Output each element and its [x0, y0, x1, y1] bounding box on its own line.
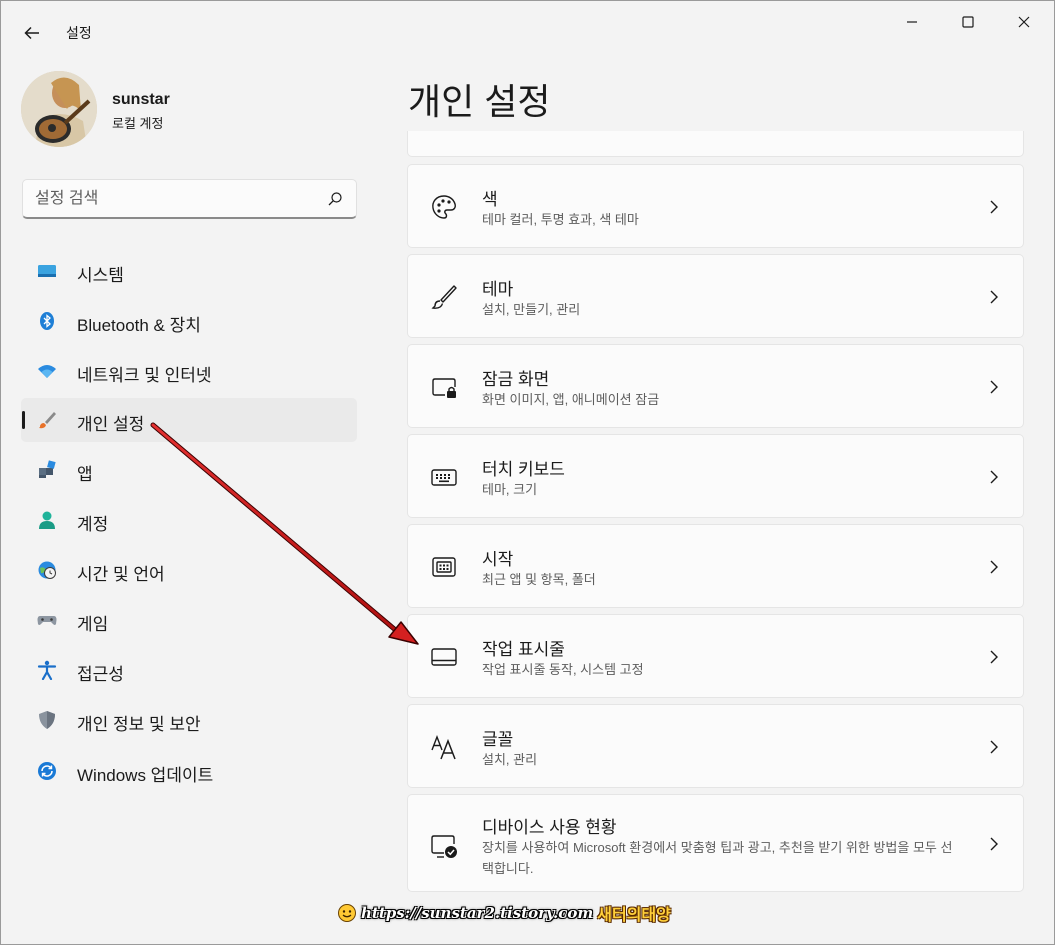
account-type: 로컬 계정 [112, 116, 164, 131]
accessibility-icon [37, 660, 57, 680]
settings-card-touch-keyboard[interactable]: 터치 키보드 테마, 크기 [407, 434, 1024, 518]
user-name: sunstar [112, 91, 170, 108]
settings-card-themes[interactable]: 테마 설치, 만들기, 관리 [407, 254, 1024, 338]
card-title: 디바이스 사용 현황 [482, 818, 617, 837]
nav-item-bluetooth[interactable]: Bluetooth & 장치 [21, 299, 357, 343]
nav-item-gaming[interactable]: 게임 [21, 598, 357, 642]
minimize-icon [907, 21, 917, 23]
card-title: 터치 키보드 [482, 460, 565, 479]
nav-label: Bluetooth & 장치 [77, 316, 201, 335]
watermark-blog-name: 새터의태양 [597, 907, 671, 924]
settings-card-colors[interactable]: 색 테마 컬러, 투명 효과, 색 테마 [407, 164, 1024, 248]
nav-label: 시간 및 언어 [77, 565, 165, 584]
brush-icon [431, 285, 457, 309]
nav-item-time-language[interactable]: 시간 및 언어 [21, 548, 357, 592]
close-button[interactable] [1001, 5, 1047, 39]
shield-icon [39, 711, 55, 729]
nav-label: 개인 설정 [77, 415, 145, 434]
card-subtitle: 테마, 크기 [482, 482, 538, 497]
chevron-right-icon [990, 290, 998, 304]
settings-card-device-usage[interactable]: 디바이스 사용 현황 장치를 사용하여 Microsoft 환경에서 맞춤형 팁… [407, 794, 1024, 892]
back-arrow-icon [24, 26, 39, 40]
settings-list: 색 테마 컬러, 투명 효과, 색 테마 테마 설치, 만들기, 관리 잠금 화… [401, 131, 1041, 931]
nav-label: 시스템 [77, 266, 124, 285]
taskbar-icon [431, 648, 457, 666]
card-subtitle: 설치, 관리 [482, 752, 538, 767]
start-icon [432, 557, 456, 577]
chevron-right-icon [990, 380, 998, 394]
settings-card-start[interactable]: 시작 최근 앱 및 항목, 폴더 [407, 524, 1024, 608]
page-title: 개인 설정 [408, 81, 551, 122]
nav-label: Windows 업데이트 [77, 766, 214, 785]
chevron-right-icon [990, 560, 998, 574]
search-box[interactable] [22, 179, 357, 219]
nav-label: 접근성 [77, 665, 124, 684]
card-title: 시작 [482, 550, 514, 569]
lock-screen-icon [432, 378, 456, 398]
card-subtitle: 최근 앱 및 항목, 폴더 [482, 572, 596, 587]
palette-icon [432, 195, 456, 219]
search-icon[interactable] [327, 191, 343, 207]
apps-icon [39, 460, 56, 478]
nav-item-network[interactable]: 네트워크 및 인터넷 [21, 349, 357, 393]
chevron-right-icon [990, 470, 998, 484]
close-icon [1018, 16, 1030, 28]
nav-item-windows-update[interactable]: Windows 업데이트 [21, 749, 357, 793]
settings-card-fonts[interactable]: 글꼴 설치, 관리 [407, 704, 1024, 788]
settings-card-taskbar[interactable]: 작업 표시줄 작업 표시줄 동작, 시스템 고정 [407, 614, 1024, 698]
maximize-icon [962, 16, 974, 28]
profile-photo [21, 71, 97, 147]
card-subtitle: 설치, 만들기, 관리 [482, 302, 581, 317]
paintbrush-icon [39, 412, 56, 429]
smiley-icon [338, 904, 356, 922]
bluetooth-icon [40, 312, 54, 330]
update-icon [38, 762, 56, 780]
device-usage-icon [431, 835, 457, 858]
chevron-right-icon [990, 740, 998, 754]
card-title: 글꼴 [482, 730, 514, 749]
watermark: https://sunstar2.tistory.com 새터의태양 [337, 898, 671, 928]
card-subtitle: 화면 이미지, 앱, 애니메이션 잠금 [482, 392, 660, 407]
watermark-url: https://sunstar2.tistory.com [361, 904, 594, 922]
monitor-icon [38, 265, 56, 277]
maximize-button[interactable] [945, 5, 991, 39]
minimize-button[interactable] [889, 5, 935, 39]
settings-card-lock-screen[interactable]: 잠금 화면 화면 이미지, 앱, 애니메이션 잠금 [407, 344, 1024, 428]
nav-item-accounts[interactable]: 계정 [21, 498, 357, 542]
card-title: 작업 표시줄 [482, 640, 565, 659]
chevron-right-icon [990, 200, 998, 214]
active-indicator [22, 411, 25, 429]
gamepad-icon [37, 616, 57, 625]
card-title: 잠금 화면 [482, 370, 550, 389]
search-input[interactable] [35, 188, 315, 210]
card-subtitle: 장치를 사용하여 Microsoft 환경에서 맞춤형 팁과 광고, 추천을 받… [482, 840, 953, 876]
nav-item-accessibility[interactable]: 접근성 [21, 648, 357, 692]
nav-item-personalization[interactable]: 개인 설정 [21, 398, 357, 442]
nav-label: 네트워크 및 인터넷 [77, 366, 212, 385]
nav-item-privacy-security[interactable]: 개인 정보 및 보안 [21, 698, 357, 742]
keyboard-icon [431, 469, 457, 486]
person-icon [39, 511, 55, 529]
card-subtitle: 작업 표시줄 동작, 시스템 고정 [482, 662, 644, 677]
settings-window: 설정 sunstar 로컬 계정 설정 검색 시스템 Bluetooth & 장… [0, 0, 1055, 945]
font-icon [431, 735, 456, 760]
nav-label: 앱 [77, 465, 93, 484]
card-title: 색 [482, 190, 498, 209]
nav-label: 계정 [77, 515, 109, 534]
nav-item-system[interactable]: 시스템 [21, 249, 357, 293]
back-button[interactable] [15, 18, 49, 48]
chevron-right-icon [990, 837, 998, 851]
wifi-icon [38, 365, 56, 378]
chevron-right-icon [990, 650, 998, 664]
avatar[interactable] [21, 71, 97, 147]
nav-item-apps[interactable]: 앱 [21, 448, 357, 492]
globe-clock-icon [38, 561, 56, 579]
settings-card-partial[interactable] [407, 131, 1024, 157]
nav-label: 개인 정보 및 보안 [77, 715, 201, 734]
title-bar: 설정 [1, 1, 1054, 63]
nav-label: 게임 [77, 615, 109, 634]
card-title: 테마 [482, 280, 514, 299]
card-subtitle: 테마 컬러, 투명 효과, 색 테마 [482, 212, 639, 227]
app-title: 설정 [66, 25, 92, 41]
